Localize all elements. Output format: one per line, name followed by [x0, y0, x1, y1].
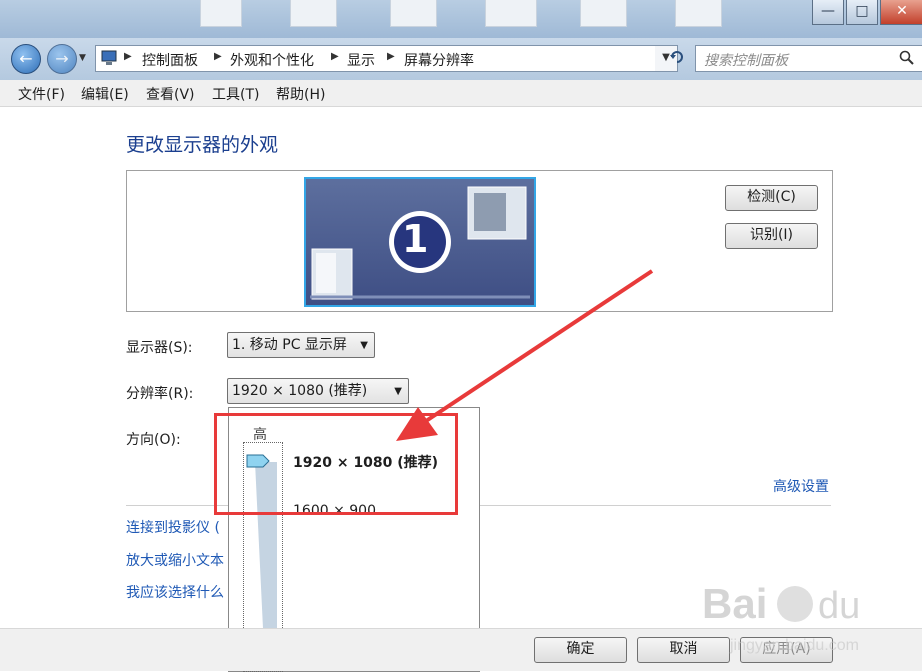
refresh-icon[interactable] — [663, 45, 691, 70]
desktop-thumbnail — [485, 0, 537, 27]
menu-tools[interactable]: 工具(T) — [212, 84, 259, 104]
advanced-settings-link[interactable]: 高级设置 — [773, 476, 829, 496]
desktop-thumbnail — [390, 0, 437, 27]
desktop-thumbnail — [290, 0, 337, 27]
search-icon[interactable] — [899, 50, 915, 66]
maximize-button[interactable]: □ — [846, 0, 878, 25]
page-title: 更改显示器的外观 — [126, 134, 279, 156]
baidu-watermark-logo: Bai du jingyan.baidu.com — [702, 580, 860, 654]
annotation-arrow — [396, 269, 654, 441]
forward-arrow-icon[interactable]: → — [47, 44, 77, 74]
window-titlebar: — □ ✕ — [0, 0, 922, 38]
detect-button[interactable]: 检测(C) — [725, 185, 818, 211]
menu-bar: 文件(F) 编辑(E) 查看(V) 工具(T) 帮助(H) — [0, 80, 922, 107]
menu-view[interactable]: 查看(V) — [146, 84, 195, 104]
control-panel-icon — [101, 50, 117, 65]
display-select[interactable]: 1. 移动 PC 显示屏 ▼ — [227, 332, 375, 358]
monitor-number: 1 — [402, 217, 429, 261]
orientation-label: 方向(O): — [126, 432, 181, 448]
breadcrumb-display[interactable]: 显示 — [347, 50, 375, 70]
menu-edit[interactable]: 编辑(E) — [81, 84, 129, 104]
resolution-label: 分辨率(R): — [126, 386, 194, 402]
back-arrow-icon[interactable]: ← — [11, 44, 41, 74]
ok-button[interactable]: 确定 — [534, 637, 627, 663]
close-button[interactable]: ✕ — [880, 0, 922, 25]
svg-text:Bai: Bai — [702, 580, 767, 627]
search-placeholder: 搜索控制面板 — [704, 53, 788, 69]
svg-text:du: du — [818, 585, 860, 627]
breadcrumb-control-panel[interactable]: 控制面板 — [142, 50, 198, 70]
desktop-thumbnail — [200, 0, 242, 27]
breadcrumb-screen-resolution[interactable]: 屏幕分辨率 — [404, 50, 474, 70]
address-bar[interactable]: ▶ 控制面板 ▶ 外观和个性化 ▶ 显示 ▶ 屏幕分辨率 — [95, 45, 657, 72]
identify-button[interactable]: 识别(I) — [725, 223, 818, 249]
breadcrumb-appearance[interactable]: 外观和个性化 — [230, 50, 314, 70]
desktop-thumbnail — [675, 0, 722, 27]
search-input[interactable]: 搜索控制面板 — [695, 45, 922, 72]
resolution-help-link[interactable]: 我应该选择什么 — [126, 582, 224, 602]
connect-projector-link[interactable]: 连接到投影仪 ( — [126, 517, 220, 537]
svg-text:jingyan.baidu.com: jingyan.baidu.com — [729, 637, 859, 654]
recent-pages-chevron-icon[interactable]: ▼ — [79, 53, 86, 63]
display-select-value: 1. 移动 PC 显示屏 — [232, 337, 347, 353]
resolution-select-value: 1920 × 1080 (推荐) — [232, 383, 368, 399]
menu-file[interactable]: 文件(F) — [18, 84, 65, 104]
desktop-thumbnail — [580, 0, 627, 27]
dropdown-arrow-icon: ▼ — [360, 340, 368, 351]
text-size-link[interactable]: 放大或缩小文本 — [126, 550, 224, 570]
menu-help[interactable]: 帮助(H) — [276, 84, 325, 104]
minimize-button[interactable]: — — [812, 0, 844, 25]
resolution-select[interactable]: 1920 × 1080 (推荐) ▼ — [227, 378, 409, 404]
display-label: 显示器(S): — [126, 340, 193, 356]
